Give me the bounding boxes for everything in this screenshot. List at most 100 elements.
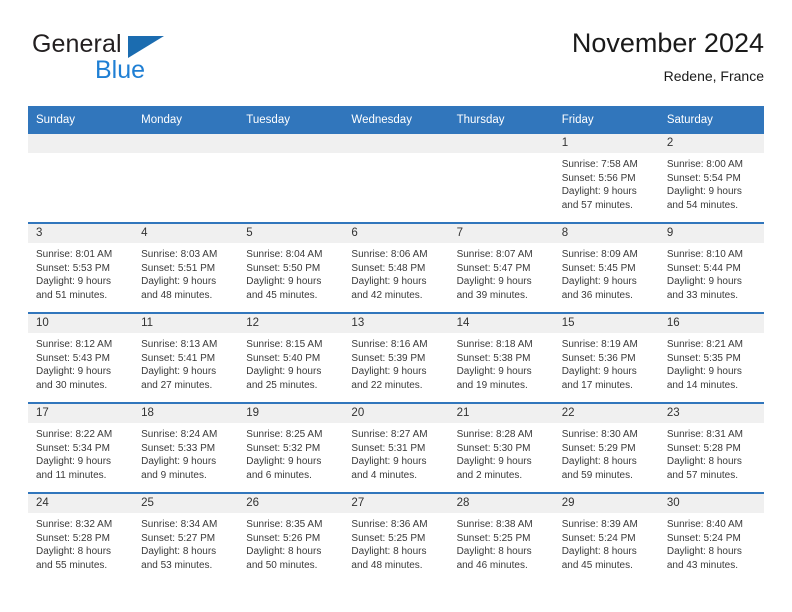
calendar-body: 1 Sunrise: 7:58 AM Sunset: 5:56 PM Daylight… — [28, 134, 764, 582]
calendar-day-cell[interactable]: 11 Sunrise: 8:13 AM Sunset: 5:41 PM Dayligh… — [133, 312, 239, 403]
daylight-text: Daylight: 9 hours and 9 minutes. — [141, 456, 217, 481]
daylight-text: Daylight: 9 hours and 17 minutes. — [561, 366, 637, 391]
calendar-day-cell[interactable]: 20 Sunrise: 8:27 AM Sunset: 5:31 PM Dayligh… — [343, 402, 449, 493]
sunrise-text: Sunrise: 7:58 AM — [561, 159, 638, 170]
day-cell-content: 8 Sunrise: 8:09 AM Sunset: 5:45 PM Daylight… — [553, 224, 659, 312]
day-number — [343, 134, 449, 153]
daylight-text: Daylight: 9 hours and 14 minutes. — [666, 366, 742, 391]
calendar-day-cell[interactable]: 28 Sunrise: 8:38 AM Sunset: 5:25 PM Dayligh… — [448, 492, 554, 582]
calendar-day-cell[interactable]: 1 Sunrise: 7:58 AM Sunset: 5:56 PM Daylight… — [553, 134, 659, 223]
calendar-day-cell[interactable]: 8 Sunrise: 8:09 AM Sunset: 5:45 PM Daylight… — [553, 222, 659, 313]
calendar-day-cell[interactable]: 12 Sunrise: 8:15 AM Sunset: 5:40 PM Dayligh… — [238, 312, 344, 403]
day-cell-content: 27 Sunrise: 8:36 AM Sunset: 5:25 PM Dayligh… — [343, 494, 449, 582]
day-cell-details: Sunrise: 8:13 AM Sunset: 5:41 PM Daylight:… — [133, 333, 238, 392]
day-cell-details: Sunrise: 8:09 AM Sunset: 5:45 PM Daylight:… — [554, 243, 659, 302]
day-number: 15 — [553, 314, 659, 333]
sunset-text: Sunset: 5:51 PM — [141, 262, 216, 274]
sunset-text: Sunset: 5:28 PM — [666, 442, 741, 454]
day-cell-details: Sunrise: 8:36 AM Sunset: 5:25 PM Daylight:… — [343, 513, 448, 572]
calendar-day-cell[interactable]: 9 Sunrise: 8:10 AM Sunset: 5:44 PM Daylight… — [658, 222, 764, 313]
sunset-text: Sunset: 5:31 PM — [351, 442, 426, 454]
day-cell-details: Sunrise: 8:34 AM Sunset: 5:27 PM Daylight:… — [133, 513, 238, 572]
sunset-text: Sunset: 5:54 PM — [666, 172, 741, 184]
calendar-day-cell[interactable]: 10 Sunrise: 8:12 AM Sunset: 5:43 PM Dayligh… — [28, 312, 134, 403]
calendar-day-cell[interactable]: 14 Sunrise: 8:18 AM Sunset: 5:38 PM Dayligh… — [448, 312, 554, 403]
day-cell-details: Sunrise: 8:32 AM Sunset: 5:28 PM Daylight:… — [28, 513, 133, 572]
daylight-text: Daylight: 9 hours and 54 minutes. — [666, 186, 742, 211]
sunset-text: Sunset: 5:30 PM — [456, 442, 531, 454]
daylight-text: Daylight: 9 hours and 39 minutes. — [456, 276, 532, 301]
sunrise-text: Sunrise: 8:22 AM — [36, 429, 113, 440]
calendar-week-row: 24 Sunrise: 8:32 AM Sunset: 5:28 PM Dayligh… — [28, 492, 764, 582]
calendar-day-cell[interactable] — [448, 134, 554, 223]
calendar-day-cell[interactable]: 3 Sunrise: 8:01 AM Sunset: 5:53 PM Daylight… — [28, 222, 134, 313]
day-cell-details: Sunrise: 8:38 AM Sunset: 5:25 PM Daylight:… — [449, 513, 554, 572]
sunrise-text: Sunrise: 8:10 AM — [666, 249, 743, 260]
sunrise-text: Sunrise: 8:25 AM — [246, 429, 323, 440]
sunset-text: Sunset: 5:40 PM — [246, 352, 321, 364]
calendar-day-cell[interactable]: 18 Sunrise: 8:24 AM Sunset: 5:33 PM Dayligh… — [133, 402, 239, 493]
sunset-text: Sunset: 5:32 PM — [246, 442, 321, 454]
brand-logo[interactable]: General Blue — [32, 30, 262, 92]
calendar-page: General Blue November 2024 Redene, Franc… — [0, 0, 792, 612]
calendar-day-cell[interactable]: 21 Sunrise: 8:28 AM Sunset: 5:30 PM Dayligh… — [448, 402, 554, 493]
day-cell-empty — [343, 134, 449, 222]
calendar-day-cell[interactable]: 23 Sunrise: 8:31 AM Sunset: 5:28 PM Dayligh… — [658, 402, 764, 493]
calendar-day-cell[interactable]: 29 Sunrise: 8:39 AM Sunset: 5:24 PM Dayligh… — [553, 492, 659, 582]
day-number: 5 — [238, 224, 344, 243]
day-number: 8 — [553, 224, 659, 243]
calendar-day-cell[interactable] — [133, 134, 239, 223]
day-number: 29 — [553, 494, 659, 513]
calendar-day-cell[interactable]: 24 Sunrise: 8:32 AM Sunset: 5:28 PM Dayligh… — [28, 492, 134, 582]
sunset-text: Sunset: 5:29 PM — [561, 442, 636, 454]
calendar-day-cell[interactable] — [238, 134, 344, 223]
daylight-text: Daylight: 9 hours and 42 minutes. — [351, 276, 427, 301]
weekday-header-monday: Monday — [133, 106, 239, 134]
sunset-text: Sunset: 5:43 PM — [36, 352, 110, 364]
day-cell-content: 26 Sunrise: 8:35 AM Sunset: 5:26 PM Dayligh… — [238, 494, 344, 582]
sunset-text: Sunset: 5:26 PM — [246, 532, 321, 544]
sunrise-text: Sunrise: 8:28 AM — [456, 429, 533, 440]
day-number: 30 — [658, 494, 764, 513]
calendar-day-cell[interactable]: 6 Sunrise: 8:06 AM Sunset: 5:48 PM Daylight… — [343, 222, 449, 313]
day-cell-details: Sunrise: 8:31 AM Sunset: 5:28 PM Daylight:… — [659, 423, 764, 482]
sunrise-text: Sunrise: 8:39 AM — [561, 519, 638, 530]
day-number: 13 — [343, 314, 449, 333]
calendar-day-cell[interactable]: 27 Sunrise: 8:36 AM Sunset: 5:25 PM Dayligh… — [343, 492, 449, 582]
day-number: 11 — [133, 314, 239, 333]
sunrise-text: Sunrise: 8:00 AM — [666, 159, 743, 170]
sunrise-text: Sunrise: 8:04 AM — [246, 249, 323, 260]
calendar-day-cell[interactable]: 17 Sunrise: 8:22 AM Sunset: 5:34 PM Dayligh… — [28, 402, 134, 493]
calendar-header-row: Sunday Monday Tuesday Wednesday Thursday… — [28, 106, 764, 134]
day-cell-empty — [133, 134, 239, 222]
sunset-text: Sunset: 5:39 PM — [351, 352, 426, 364]
sunrise-text: Sunrise: 8:36 AM — [351, 519, 428, 530]
calendar-day-cell[interactable]: 19 Sunrise: 8:25 AM Sunset: 5:32 PM Dayligh… — [238, 402, 344, 493]
day-number — [238, 134, 344, 153]
calendar-day-cell[interactable] — [343, 134, 449, 223]
sunset-text: Sunset: 5:24 PM — [561, 532, 636, 544]
calendar-day-cell[interactable]: 15 Sunrise: 8:19 AM Sunset: 5:36 PM Dayligh… — [553, 312, 659, 403]
sunrise-text: Sunrise: 8:16 AM — [351, 339, 428, 350]
calendar-day-cell[interactable] — [28, 134, 134, 223]
day-cell-content: 23 Sunrise: 8:31 AM Sunset: 5:28 PM Dayligh… — [658, 404, 764, 492]
calendar-day-cell[interactable]: 5 Sunrise: 8:04 AM Sunset: 5:50 PM Daylight… — [238, 222, 344, 313]
day-cell-content: 4 Sunrise: 8:03 AM Sunset: 5:51 PM Daylight… — [133, 224, 239, 312]
calendar-day-cell[interactable]: 16 Sunrise: 8:21 AM Sunset: 5:35 PM Dayligh… — [658, 312, 764, 403]
calendar-day-cell[interactable]: 22 Sunrise: 8:30 AM Sunset: 5:29 PM Dayligh… — [553, 402, 659, 493]
sunrise-text: Sunrise: 8:12 AM — [36, 339, 113, 350]
sunset-text: Sunset: 5:50 PM — [246, 262, 321, 274]
calendar-day-cell[interactable]: 4 Sunrise: 8:03 AM Sunset: 5:51 PM Daylight… — [133, 222, 239, 313]
calendar-day-cell[interactable]: 25 Sunrise: 8:34 AM Sunset: 5:27 PM Dayligh… — [133, 492, 239, 582]
sunset-text: Sunset: 5:34 PM — [36, 442, 110, 454]
calendar-day-cell[interactable]: 2 Sunrise: 8:00 AM Sunset: 5:54 PM Daylight… — [658, 134, 764, 223]
sunset-text: Sunset: 5:36 PM — [561, 352, 636, 364]
day-cell-details: Sunrise: 8:15 AM Sunset: 5:40 PM Daylight:… — [238, 333, 343, 392]
calendar-day-cell[interactable]: 26 Sunrise: 8:35 AM Sunset: 5:26 PM Dayligh… — [238, 492, 344, 582]
day-number: 4 — [133, 224, 239, 243]
calendar-day-cell[interactable]: 13 Sunrise: 8:16 AM Sunset: 5:39 PM Dayligh… — [343, 312, 449, 403]
day-number: 14 — [448, 314, 554, 333]
day-number: 18 — [133, 404, 239, 423]
calendar-day-cell[interactable]: 7 Sunrise: 8:07 AM Sunset: 5:47 PM Daylight… — [448, 222, 554, 313]
calendar-day-cell[interactable]: 30 Sunrise: 8:40 AM Sunset: 5:24 PM Dayligh… — [658, 492, 764, 582]
